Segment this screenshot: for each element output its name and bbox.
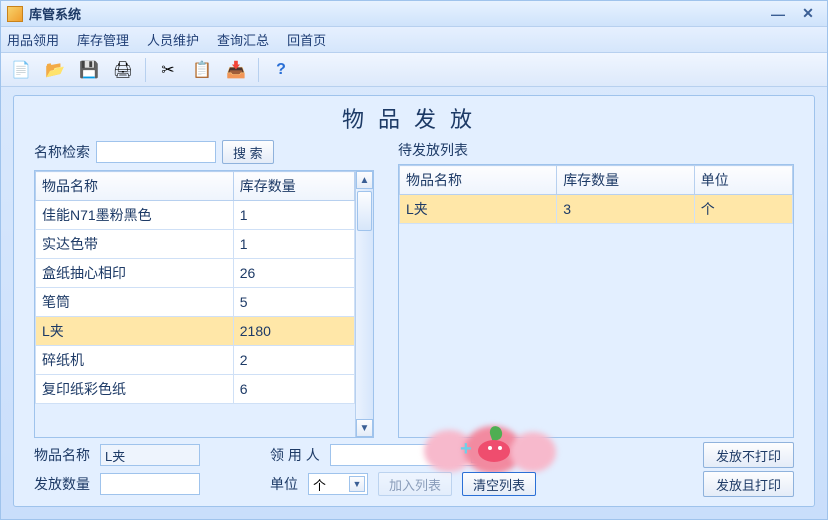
name-field [100, 444, 200, 466]
cell-name: L夹 [36, 317, 234, 346]
menu-item-home[interactable]: 回首页 [287, 30, 326, 49]
issue-noprint-button[interactable]: 发放不打印 [703, 442, 794, 468]
table-row[interactable]: L夹3个 [400, 195, 793, 224]
close-button[interactable]: ✕ [795, 5, 821, 23]
app-window: 库管系统 — ✕ 用品领用 库存管理 人员维护 查询汇总 回首页 📄 📂 💾 🖨… [0, 0, 828, 520]
cell-qty: 3 [557, 195, 695, 224]
copy-icon[interactable]: 📋 [188, 56, 216, 84]
stock-col-name[interactable]: 物品名称 [36, 172, 234, 201]
table-row[interactable]: 佳能N71墨粉黑色1 [36, 201, 355, 230]
cell-name: 笔筒 [36, 288, 234, 317]
user-label: 领 用 人 [270, 445, 320, 465]
unit-value: 个 [313, 475, 345, 494]
cell-name: 佳能N71墨粉黑色 [36, 201, 234, 230]
help-icon[interactable]: ? [267, 56, 295, 84]
cell-qty: 6 [233, 375, 354, 404]
paste-icon[interactable]: 📥 [222, 56, 250, 84]
print-icon[interactable]: 🖨 [109, 56, 137, 84]
pending-grid[interactable]: 物品名称 库存数量 单位 L夹3个 [398, 164, 794, 438]
pending-col-name[interactable]: 物品名称 [400, 166, 557, 195]
issue-print-button[interactable]: 发放且打印 [703, 471, 794, 497]
menu-item-query[interactable]: 查询汇总 [217, 30, 269, 49]
cell-qty: 1 [233, 201, 354, 230]
scroll-down-icon[interactable]: ▼ [356, 419, 373, 437]
cell-name: 盒纸抽心相印 [36, 259, 234, 288]
menu-item-staff[interactable]: 人员维护 [147, 30, 199, 49]
menubar: 用品领用 库存管理 人员维护 查询汇总 回首页 [1, 27, 827, 53]
pending-col-unit[interactable]: 单位 [694, 166, 792, 195]
cell-qty: 26 [233, 259, 354, 288]
open-icon[interactable]: 📂 [41, 56, 69, 84]
page-title: 物品发放 [14, 102, 814, 134]
table-row[interactable]: 碎纸机2 [36, 346, 355, 375]
table-row[interactable]: L夹2180 [36, 317, 355, 346]
app-icon [7, 6, 23, 22]
table-row[interactable]: 复印纸彩色纸6 [36, 375, 355, 404]
table-row[interactable]: 笔筒5 [36, 288, 355, 317]
table-row[interactable]: 盒纸抽心相印26 [36, 259, 355, 288]
cell-qty: 5 [233, 288, 354, 317]
user-combo[interactable]: ▼ [330, 444, 490, 466]
qty-field[interactable] [100, 473, 200, 495]
qty-label: 发放数量 [34, 474, 90, 494]
toolbar-separator [145, 58, 146, 82]
save-icon[interactable]: 💾 [75, 56, 103, 84]
cell-qty: 2180 [233, 317, 354, 346]
search-button[interactable]: 搜 索 [222, 140, 274, 164]
cell-name: 碎纸机 [36, 346, 234, 375]
unit-label: 单位 [270, 474, 298, 494]
chevron-down-icon[interactable]: ▼ [349, 476, 365, 492]
search-input[interactable] [96, 141, 216, 163]
stock-scrollbar[interactable]: ▲ ▼ [355, 171, 373, 437]
add-to-list-button[interactable]: 加入列表 [378, 472, 452, 496]
menu-item-supply[interactable]: 用品领用 [7, 30, 59, 49]
toolbar: 📄 📂 💾 🖨 ✂ 📋 📥 ? [1, 53, 827, 87]
name-label: 物品名称 [34, 445, 90, 465]
chevron-down-icon[interactable]: ▼ [471, 447, 487, 463]
scroll-thumb[interactable] [357, 191, 372, 231]
table-row[interactable]: 实达色带1 [36, 230, 355, 259]
cell-name: L夹 [400, 195, 557, 224]
main-panel: 物品发放 名称检索 搜 索 物品名称 [13, 95, 815, 507]
stock-grid[interactable]: 物品名称 库存数量 佳能N71墨粉黑色1实达色带1盒纸抽心相印26笔筒5L夹21… [34, 170, 374, 438]
clear-list-button[interactable]: 清空列表 [462, 472, 536, 496]
stock-col-qty[interactable]: 库存数量 [233, 172, 354, 201]
cell-name: 实达色带 [36, 230, 234, 259]
window-title: 库管系统 [29, 4, 81, 23]
cell-unit: 个 [694, 195, 792, 224]
search-label: 名称检索 [34, 142, 90, 162]
scroll-up-icon[interactable]: ▲ [356, 171, 373, 189]
new-icon[interactable]: 📄 [7, 56, 35, 84]
minimize-button[interactable]: — [765, 5, 791, 23]
pending-col-qty[interactable]: 库存数量 [557, 166, 695, 195]
toolbar-separator [258, 58, 259, 82]
unit-combo[interactable]: 个 ▼ [308, 473, 368, 495]
titlebar: 库管系统 — ✕ [1, 1, 827, 27]
menu-item-stock[interactable]: 库存管理 [77, 30, 129, 49]
pending-label: 待发放列表 [398, 140, 794, 160]
cut-icon[interactable]: ✂ [154, 56, 182, 84]
cell-qty: 1 [233, 230, 354, 259]
cell-qty: 2 [233, 346, 354, 375]
cell-name: 复印纸彩色纸 [36, 375, 234, 404]
